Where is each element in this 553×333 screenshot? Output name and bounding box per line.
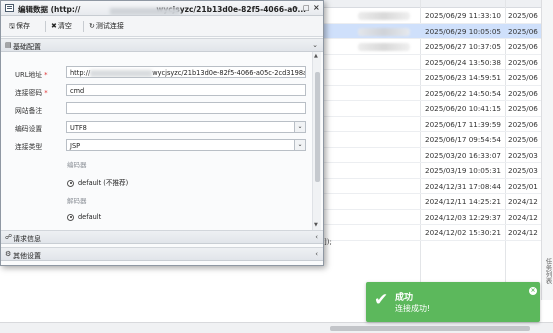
gear-icon: ⚙ [5,250,12,258]
updated-time-cell: 2025/06 [508,119,538,129]
checkmark-icon: ✔ [374,290,389,310]
toast-message: 连接成功! [395,304,431,313]
panel-title: 基础配置 [13,43,41,51]
panel-title: 其他设置 [13,252,41,260]
code-snippet: ]); [324,238,332,246]
decoder-label: 解码器 [67,197,87,205]
other-settings-panel-header[interactable]: ⚙ 其他设置 ‹ [1,247,323,261]
type-select[interactable]: JSP ⌄ [66,139,306,151]
chevron-down-icon: ‹ [315,250,318,258]
toolbar-divider [83,21,84,32]
save-button[interactable]: 🖫保存 [9,21,30,33]
encoder-label: 编码器 [67,161,87,169]
side-panel-tab[interactable]: 任务列表 [541,0,553,300]
password-input[interactable]: cmd [66,84,306,96]
refresh-icon: ↻ [89,22,95,30]
updated-time-cell: 2025/03 [508,150,538,160]
created-time-cell: 2025/06/22 14:50:54 [425,88,501,98]
updated-time-cell: 2025/03 [508,166,538,175]
updated-time-cell: 2025/06 [508,88,538,98]
clear-icon: ✖ [51,22,57,30]
dialog-toolbar: 🖫保存 ✖清空 ↻测试连接 [1,16,323,37]
edit-data-dialog: 编辑数据 (http://wycjsyzc/21b13d0e-82f5-4066… [0,0,324,266]
window-icon [5,4,14,12]
created-time-cell: 2025/06/27 10:37:05 [425,42,501,51]
note-input[interactable] [66,102,306,114]
redacted-cell [358,43,410,51]
panel-title: 请求信息 [13,235,41,243]
updated-time-cell: 2024/12 [508,212,538,222]
horizontal-scrollbar[interactable] [0,322,553,333]
form-scrollbar[interactable]: ▲ ▼ [312,52,321,230]
created-time-cell: 2025/06/20 10:41:15 [425,104,501,113]
dialog-titlebar[interactable]: 编辑数据 (http://wycjsyzc/21b13d0e-82f5-4066… [1,1,323,16]
toast-title: 成功 [395,293,414,303]
redacted-cell [358,27,410,36]
encoder-option[interactable]: default (不推荐) [67,177,128,187]
updated-time-cell: 2024/12 [508,228,538,237]
created-time-cell: 2025/06/17 11:39:59 [425,119,501,129]
radio-icon [67,179,74,187]
created-time-cell: 2024/12/11 14:25:21 [425,197,501,206]
chevron-down-icon: ⌄ [294,122,305,132]
config-icon: ▤ [5,41,12,49]
url-input[interactable]: http://wycjsyzc/21b13d0e-82f5-4066-a05c-… [66,66,306,78]
globe-icon: ☍ [5,233,13,241]
decoder-option[interactable]: default [67,213,101,221]
updated-time-cell: 2025/06 [508,11,538,20]
created-time-cell: 2025/06/29 11:33:10 [425,11,501,20]
created-time-cell: 2025/06/17 09:54:54 [425,135,501,144]
chevron-down-icon: ‹ [315,233,318,241]
minimize-button[interactable]: – [294,3,298,12]
clear-button[interactable]: ✖清空 [51,21,72,31]
updated-time-cell: 2025/01 [508,181,538,191]
encoding-label: 编码设置 [15,125,43,133]
chevron-down-icon: ⌄ [312,41,318,49]
created-time-cell: 2024/12/31 17:08:44 [425,181,501,191]
scrollbar-thumb[interactable] [330,326,530,331]
created-time-cell: 2025/06/29 10:05:05 [425,26,501,36]
toast-close-button[interactable]: × [529,287,537,295]
redacted-cell [358,12,410,20]
updated-time-cell: 2025/06 [508,104,538,113]
redacted-host [110,8,180,15]
encoding-select[interactable]: UTF8 ⌄ [66,121,306,133]
created-time-cell: 2025/06/23 14:59:51 [425,73,501,82]
updated-time-cell: 2025/06 [508,42,538,51]
updated-time-cell: 2025/06 [508,73,538,82]
created-time-cell: 2025/03/19 10:05:31 [425,166,501,175]
created-time-cell: 2024/12/03 12:29:37 [425,212,501,222]
radio-icon [67,213,74,221]
url-label: URL地址 * [15,71,48,79]
save-icon: 🖫 [9,22,15,30]
basic-config-form: URL地址 * http://wycjsyzc/21b13d0e-82f5-406… [1,52,323,230]
toolbar-divider [45,21,46,32]
note-label: 网站备注 [15,107,43,115]
created-time-cell: 2025/03/20 16:33:07 [425,150,501,160]
basic-config-panel-header[interactable]: ▤ 基础配置 ⌄ [1,38,323,52]
created-time-cell: 2025/06/24 13:50:38 [425,57,501,67]
side-panel-label: 任务列表 [544,258,552,284]
updated-time-cell: 2025/06 [508,26,538,36]
password-label: 连接密码 * [15,89,48,97]
updated-time-cell: 2025/06 [508,57,538,67]
type-label: 连接类型 [15,143,43,151]
request-info-panel-header[interactable]: ☍ 请求信息 ‹ [1,230,323,244]
created-time-cell: 2024/12/02 15:30:21 [425,228,501,237]
redacted-host [90,69,153,77]
scroll-down-icon[interactable]: ▼ [314,222,318,228]
chevron-down-icon: ⌄ [294,140,305,150]
success-toast: ✔ 成功 连接成功! × [366,282,540,322]
close-button[interactable]: × [313,3,320,12]
updated-time-cell: 2024/12 [508,197,538,206]
scrollbar-thumb[interactable] [315,72,320,182]
scroll-up-icon[interactable]: ▲ [314,53,318,59]
maximize-button[interactable]: □ [303,4,310,12]
updated-time-cell: 2025/06 [508,135,538,144]
test-connection-button[interactable]: ↻测试连接 [89,21,124,31]
dialog-title: 编辑数据 (http://wycjsyzc/21b13d0e-82f5-4066… [18,5,307,15]
